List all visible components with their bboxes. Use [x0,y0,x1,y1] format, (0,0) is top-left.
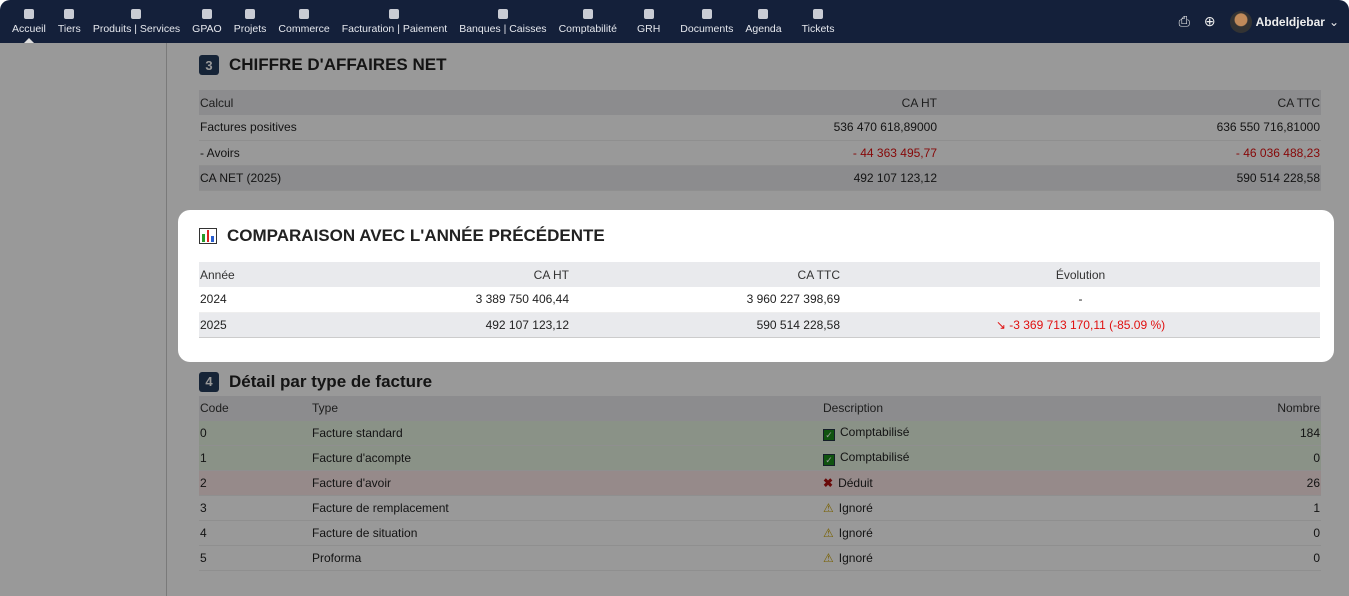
cell: - [1078,292,1083,307]
cell: 2024 [200,292,227,307]
cell: 492 107 123,12 [485,317,569,332]
nav-label: GPAO [192,23,222,35]
building-icon [64,9,75,19]
nav-tickets[interactable]: Tickets [788,0,849,43]
briefcase-icon [299,9,310,19]
section-title: COMPARAISON AVEC L'ANNÉE PRÉCÉDENTE [227,226,605,245]
ticket-icon [813,9,824,19]
chevron-down-icon: ⌄ [1328,14,1339,29]
nav-label: Documents [680,23,734,35]
nav-produits[interactable]: Produits | Services [87,0,186,43]
col-annee: Année [200,267,235,282]
coins-icon [389,9,400,19]
cell: 3 960 227 398,69 [746,292,840,307]
bar-chart-icon [199,228,217,244]
project-icon [245,9,256,19]
print-icon[interactable]: ⎙ [1179,13,1190,30]
nav-label: Produits | Services [92,23,181,35]
comparison-card: COMPARAISON AVEC L'ANNÉE PRÉCÉDENTE Anné… [178,210,1334,362]
home-icon [23,9,34,19]
nav-label: Comptabilité [558,23,617,35]
nav-agenda[interactable]: Agenda [739,0,787,43]
nav-label: Facturation | Paiement [341,23,448,35]
table-row: 2025 492 107 123,12 590 514 228,58 ↘ -3 369… [199,312,1320,337]
cube-icon [131,9,142,19]
nav-label: GRH [636,23,661,35]
nav-label: Banques | Caisses [459,23,547,35]
evolution-value: ↘ -3 369 713 170,11 (-85.09 %) [995,317,1166,332]
nav-grh[interactable]: GRH [623,0,674,43]
user-name: Abdeldjebar [1255,14,1325,29]
col-ca-ttc: CA TTC [797,267,840,282]
cell: 590 514 228,58 [756,317,840,332]
top-navbar: Accueil Tiers Produits | Services GPAO P… [0,0,1349,43]
nav-label: Accueil [12,23,46,35]
nav-banques[interactable]: Banques | Caisses [453,0,552,43]
comparison-title: COMPARAISON AVEC L'ANNÉE PRÉCÉDENTE [199,224,1320,248]
search-dollar-icon [582,9,593,19]
nav-label: Tickets [801,23,835,35]
folder-icon [701,9,712,19]
nav-commerce[interactable]: Commerce [272,0,335,43]
nav-label: Agenda [745,23,782,35]
cubes-icon [201,9,212,19]
nav-label: Commerce [278,23,330,35]
user-icon [643,9,654,19]
calendar-icon [758,9,769,19]
nav-label: Projets [233,23,267,35]
nav-gpao[interactable]: GPAO [186,0,228,43]
nav-documents[interactable]: Documents [674,0,739,43]
cell: 2025 [200,317,227,332]
plus-circle-icon[interactable]: ⊕ [1204,13,1216,30]
bank-icon [497,9,508,19]
nav-accueil[interactable]: Accueil [6,0,52,43]
col-ca-ht: CA HT [533,267,569,282]
avatar [1229,10,1252,33]
cell: 3 389 750 406,44 [475,292,569,307]
comparison-table: Année CA HT CA TTC Évolution 2024 3 389 750 … [199,262,1320,338]
nav-comptabilite[interactable]: Comptabilité [553,0,623,43]
col-evolution: Évolution [1055,267,1106,282]
table-row: 2024 3 389 750 406,44 3 960 227 398,69 - [199,287,1320,312]
user-menu[interactable]: Abdeldjebar ⌄ [1229,10,1339,33]
nav-label: Tiers [57,23,81,35]
nav-projets[interactable]: Projets [228,0,273,43]
nav-tiers[interactable]: Tiers [52,0,87,43]
nav-facturation[interactable]: Facturation | Paiement [336,0,453,43]
